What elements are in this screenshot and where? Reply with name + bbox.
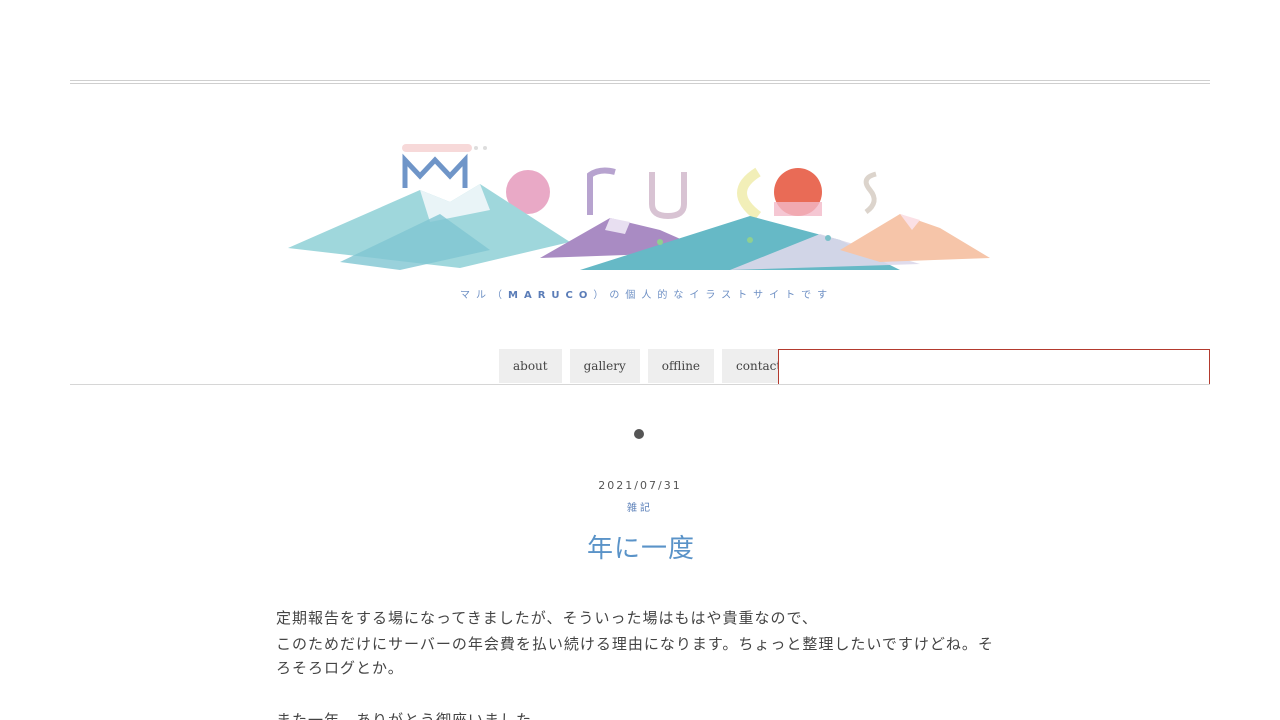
main-nav: about gallery offline contact [499,349,796,383]
post-paragraph: ろそろログとか。 [276,659,404,677]
search-input[interactable] [778,349,1210,385]
post-category[interactable]: 雑記 [624,499,656,514]
site-tagline: マル（MARUCO）の個人的なイラストサイトです [460,286,880,302]
page: マル（MARUCO）の個人的なイラストサイトです about gallery o… [0,0,1280,720]
nav-divider [70,384,1210,385]
post-paragraph: 定期報告をする場になってきましたが、そういった場はもはや貴重なので、 [276,609,818,627]
post-title[interactable]: 年に一度 [580,532,702,566]
menu-dot-button[interactable] [623,419,655,449]
post-paragraph: このためだけにサーバーの年会費を払い続ける理由になります。ちょっと整理したいです… [276,635,994,653]
site-logo[interactable] [280,130,1000,280]
nav-item-label[interactable]: about [512,358,549,374]
nav-item-gallery[interactable]: gallery [569,349,640,383]
post-paragraph: また一年、ありがとう御座いました [276,711,533,720]
nav-item-label[interactable]: contact [735,358,782,374]
tagline-suffix: ）の個人的なイラストサイトです [593,290,834,301]
dot-icon [634,429,644,439]
top-divider [70,80,1210,84]
tagline-prefix: マル（ [460,290,508,301]
tagline-name: MARUCO [508,290,594,301]
nav-item-offline[interactable]: offline [647,349,715,383]
post-date[interactable]: 2021/07/31 [596,479,684,492]
nav-item-label[interactable]: gallery [583,358,627,374]
nav-item-label[interactable]: offline [661,358,701,374]
nav-item-about[interactable]: about [499,349,562,383]
